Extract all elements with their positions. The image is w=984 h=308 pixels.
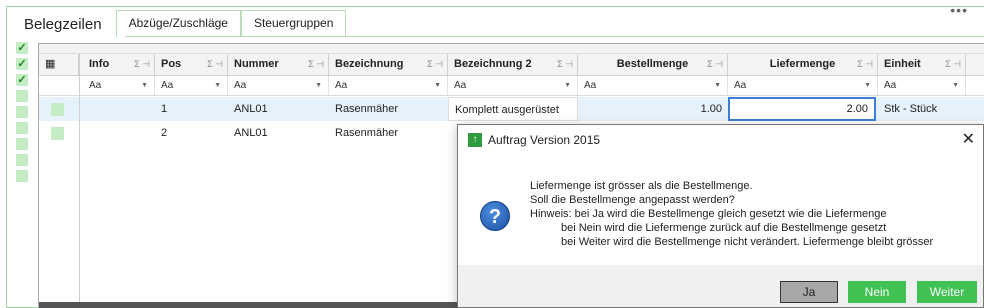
app-logo-icon: ↑ (468, 133, 482, 147)
left-toolbar: ✓ ✓ ✓ (16, 42, 30, 186)
column-header-nummer[interactable]: Nummer Σ ⊣ (228, 54, 329, 75)
filter-bezeichnung[interactable]: Aa ▼ (329, 76, 448, 95)
cell-bezeichnung[interactable]: Rasenmäher (329, 97, 448, 121)
tab-divider (125, 36, 984, 37)
filter-row: Aa ▼ Aa ▼ Aa ▼ Aa ▼ Aa ▼ Aa ▼ Aa ▼ Aa ▼ (39, 76, 984, 96)
message-line: bei Nein wird die Liefermenge zurück auf… (561, 222, 887, 234)
cell-nummer[interactable]: ANL01 (228, 97, 329, 121)
filter-bestellmenge[interactable]: Aa ▼ (578, 76, 728, 95)
filter-liefermenge[interactable]: Aa ▼ (728, 76, 878, 95)
dialog-message: Liefermenge ist grösser als die Bestellm… (530, 179, 933, 249)
cell-bezeichnung[interactable]: Rasenmäher (329, 121, 448, 145)
confirm-dialog: ↑ Auftrag Version 2015 ✕ ? Liefermenge i… (457, 124, 984, 308)
toolbar-icon[interactable] (16, 122, 28, 134)
table-row[interactable]: 1 ANL01 Rasenmäher Komplett ausgerüstet … (39, 97, 984, 121)
toolbar-icon[interactable] (16, 90, 28, 102)
filter-einheit[interactable]: Aa ▼ (878, 76, 966, 95)
tab-abzuege-zuschlaege[interactable]: Abzüge/Zuschläge (115, 10, 241, 37)
toolbar-icon[interactable] (16, 138, 28, 150)
toolbar-icon[interactable] (16, 106, 28, 118)
ja-button[interactable]: Ja (780, 281, 838, 303)
filter-info[interactable]: Aa ▼ (83, 76, 155, 95)
dialog-title: Auftrag Version 2015 (488, 133, 601, 147)
cell-einheit[interactable]: Stk - Stück (878, 97, 966, 121)
app-root: ••• Belegzeilen Abzüge/Zuschläge Steuerg… (0, 0, 984, 308)
weiter-button[interactable]: Weiter (917, 281, 977, 303)
check-icon[interactable]: ✓ (16, 74, 28, 86)
cell-nummer[interactable]: ANL01 (228, 121, 329, 145)
cell-pos[interactable]: 2 (155, 121, 228, 145)
tab-steuergruppen[interactable]: Steuergruppen (240, 10, 347, 37)
column-header-bestellmenge[interactable]: Bestellmenge Σ ⊣ (578, 54, 728, 75)
cell-pos[interactable]: 1 (155, 97, 228, 121)
more-menu-icon[interactable]: ••• (950, 2, 968, 18)
cell-bestellmenge[interactable]: 1.00 (578, 97, 728, 121)
column-header-info[interactable]: Info Σ ⊣ (83, 54, 155, 75)
filter-nummer[interactable]: Aa ▼ (228, 76, 329, 95)
toolbar-icon[interactable] (16, 154, 28, 166)
scrollbar-thumb[interactable] (39, 302, 459, 308)
grid-header: ▦ Info Σ ⊣ Pos Σ ⊣ Nummer Σ ⊣ Bezeichnung Σ … (39, 54, 984, 76)
cell-bezeichnung2[interactable]: Komplett ausgerüstet (448, 97, 578, 121)
tab-bar: Belegzeilen Abzüge/Zuschläge Steuergrupp… (14, 10, 347, 37)
message-line: Liefermenge ist grösser als die Bestellm… (530, 180, 753, 192)
column-chooser-icon[interactable]: ▦ (39, 54, 79, 75)
column-header-liefermenge[interactable]: Liefermenge Σ ⊣ (728, 54, 878, 75)
column-header-bezeichnung[interactable]: Bezeichnung Σ ⊣ (329, 54, 448, 75)
row-checkbox[interactable] (51, 127, 64, 140)
message-line: Hinweis: bei Ja wird die Bestellmenge gl… (530, 208, 887, 220)
filter-pos[interactable]: Aa ▼ (155, 76, 228, 95)
grid-group-bar (39, 44, 984, 54)
question-icon: ? (480, 201, 510, 231)
column-header-bezeichnung2[interactable]: Bezeichnung 2Σ ⊣ (448, 54, 578, 75)
column-divider (79, 54, 80, 308)
message-line: bei Weiter wird die Bestellmenge nicht v… (561, 236, 934, 248)
cell-liefermenge-editor[interactable]: 2.00 (728, 97, 876, 121)
row-checkbox[interactable] (51, 103, 64, 116)
check-icon[interactable]: ✓ (16, 58, 28, 70)
check-icon[interactable]: ✓ (16, 42, 28, 54)
message-line: Soll die Bestellmenge angepasst werden? (530, 194, 735, 206)
column-header-pos[interactable]: Pos Σ ⊣ (155, 54, 228, 75)
toolbar-icon[interactable] (16, 170, 28, 182)
close-icon[interactable]: ✕ (962, 129, 975, 149)
tab-belegzeilen[interactable]: Belegzeilen (14, 10, 116, 37)
dialog-titlebar: ↑ Auftrag Version 2015 ✕ (458, 125, 983, 155)
filter-bezeichnung2[interactable]: Aa ▼ (448, 76, 578, 95)
nein-button[interactable]: Nein (848, 281, 906, 303)
column-header-einheit[interactable]: Einheit Σ ⊣ (878, 54, 966, 75)
